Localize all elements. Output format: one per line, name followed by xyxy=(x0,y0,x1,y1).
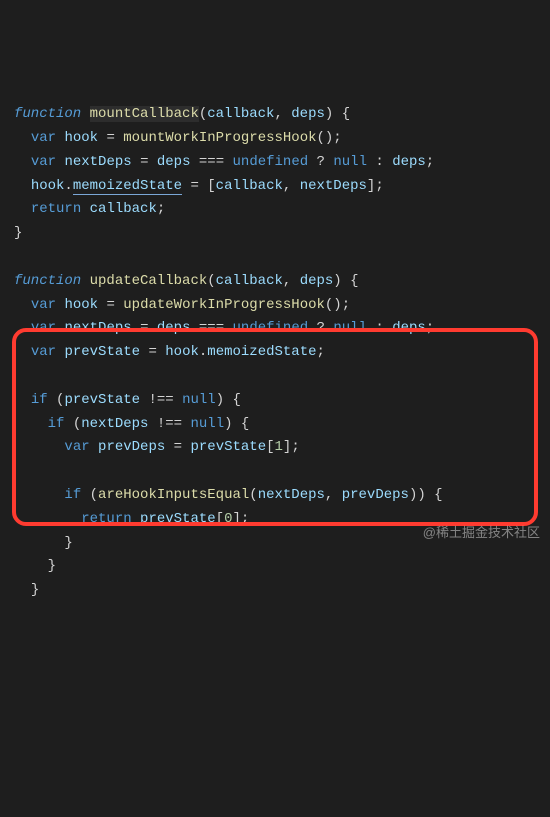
keyword-function: function xyxy=(14,273,81,289)
keyword-function: function xyxy=(14,106,81,122)
watermark: @稀土掘金技术社区 xyxy=(423,522,540,544)
fn-mountCallback: mountCallback xyxy=(90,106,199,122)
fn-updateCallback: updateCallback xyxy=(90,273,208,289)
prop-memoizedState: memoizedState xyxy=(73,178,182,195)
